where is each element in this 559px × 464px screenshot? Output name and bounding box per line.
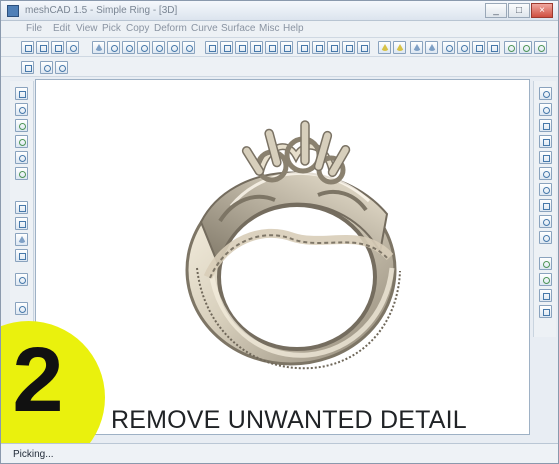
tool-icon[interactable] [15,119,28,132]
circle-icon[interactable] [182,41,195,54]
redo-icon[interactable] [55,61,68,74]
tool-icon[interactable] [539,305,552,318]
right-tool-palette [533,81,556,337]
square-icon[interactable] [312,41,325,54]
secondary-toolbar [1,57,558,77]
tool-icon[interactable] [15,135,28,148]
menu-help[interactable]: Help [283,23,304,34]
square-icon[interactable] [250,41,263,54]
circle-icon[interactable] [122,41,135,54]
status-text: Picking... [13,449,54,460]
minimize-button[interactable]: _ [485,3,507,18]
status-bar: Picking... [1,443,558,463]
tool-icon[interactable] [539,183,552,196]
open-icon[interactable] [36,41,49,54]
select-icon[interactable] [21,61,34,74]
new-icon[interactable] [21,41,34,54]
ring-model [185,120,401,370]
help-icon[interactable] [66,41,79,54]
app-window: meshCAD 1.5 - Simple Ring - [3D] _ □ × F… [0,0,559,464]
menu-file[interactable]: File [26,23,42,34]
green-icon[interactable] [534,41,547,54]
triangle-icon[interactable] [410,41,423,54]
tool-icon[interactable] [539,135,552,148]
tool-icon[interactable] [15,217,28,230]
menu-edit[interactable]: Edit [53,23,70,34]
green-icon[interactable] [519,41,532,54]
step-number: 2 [12,329,64,431]
menu-deform[interactable]: Deform [154,23,187,34]
square-icon[interactable] [280,41,293,54]
green-icon[interactable] [504,41,517,54]
title-bar: meshCAD 1.5 - Simple Ring - [3D] _ □ × [1,1,558,21]
triangle-icon[interactable] [393,41,406,54]
tool-icon[interactable] [15,233,28,246]
maximize-button[interactable]: □ [508,3,530,18]
triangle-icon[interactable] [425,41,438,54]
square-icon[interactable] [235,41,248,54]
tool-icon[interactable] [15,167,28,180]
square-icon[interactable] [327,41,340,54]
close-button[interactable]: × [531,3,553,18]
undo-icon[interactable] [40,61,53,74]
square-icon[interactable] [220,41,233,54]
menu-misc[interactable]: Misc [259,23,280,34]
tool-icon[interactable] [15,302,28,315]
app-icon [7,5,19,17]
tool-icon[interactable] [539,289,552,302]
tool-icon[interactable] [539,119,552,132]
zoom-icon[interactable] [457,41,470,54]
square-icon[interactable] [487,41,500,54]
tool-icon[interactable] [539,167,552,180]
menu-bar: File Edit View Pick Copy Deform Curve Su… [1,21,558,38]
circle-icon[interactable] [137,41,150,54]
square-icon[interactable] [297,41,310,54]
menu-view[interactable]: View [76,23,98,34]
tool-icon[interactable] [539,231,552,244]
window-title: meshCAD 1.5 - Simple Ring - [3D] [25,5,178,16]
tool-icon[interactable] [539,103,552,116]
menu-surface[interactable]: Surface [221,23,255,34]
zoom-icon[interactable] [442,41,455,54]
tool-icon[interactable] [15,103,28,116]
menu-copy[interactable]: Copy [126,23,149,34]
tool-icon[interactable] [15,201,28,214]
circle-icon[interactable] [152,41,165,54]
tool-icon[interactable] [15,249,28,262]
tool-icon[interactable] [15,87,28,100]
main-toolbar [1,38,558,57]
save-icon[interactable] [51,41,64,54]
square-icon[interactable] [205,41,218,54]
tool-icon[interactable] [539,199,552,212]
circle-icon[interactable] [167,41,180,54]
square-icon[interactable] [357,41,370,54]
tool-icon[interactable] [539,87,552,100]
menu-curve[interactable]: Curve [191,23,218,34]
tool-icon[interactable] [539,215,552,228]
square-icon[interactable] [342,41,355,54]
tool-icon[interactable] [539,151,552,164]
menu-pick[interactable]: Pick [102,23,121,34]
move-icon[interactable] [92,41,105,54]
instruction-caption: REMOVE UNWANTED DETAIL [111,406,467,434]
triangle-icon[interactable] [378,41,391,54]
tool-icon[interactable] [15,273,28,286]
tool-icon[interactable] [539,273,552,286]
tool-icon[interactable] [539,257,552,270]
tool-icon[interactable] [15,151,28,164]
circle-icon[interactable] [107,41,120,54]
square-icon[interactable] [265,41,278,54]
square-icon[interactable] [472,41,485,54]
